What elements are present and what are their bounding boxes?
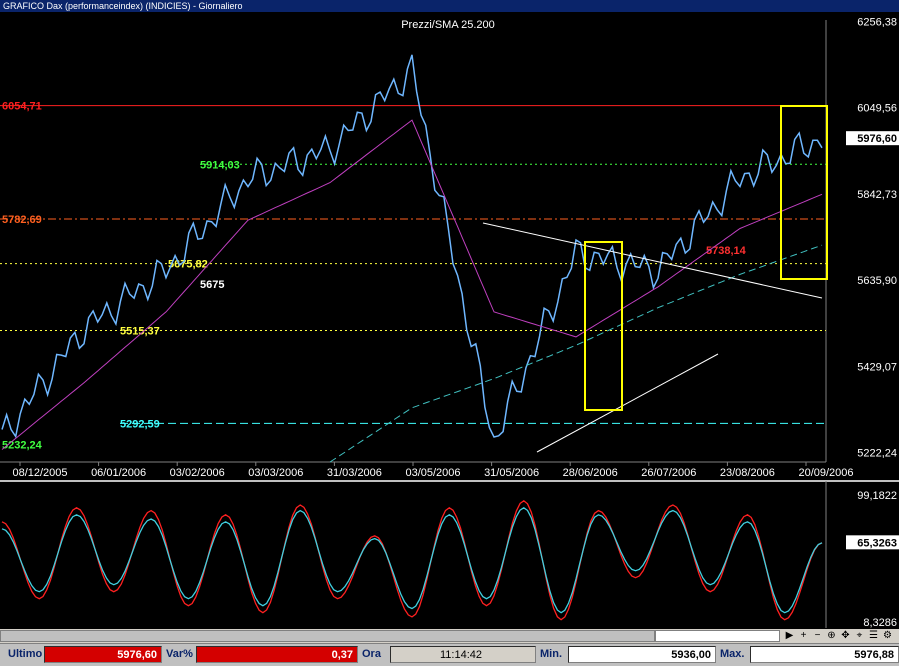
price-x-tick: 28/06/2006 [563, 467, 618, 479]
ultimo-value: 5976,60 [44, 646, 162, 663]
level-label: 5292,59 [120, 418, 160, 430]
price-x-tick: 03/03/2006 [248, 467, 303, 479]
scroll-thumb[interactable] [655, 630, 780, 642]
window-titlebar: GRAFICO Dax (performanceindex) (INDICIES… [0, 0, 899, 12]
level-label: 6054,71 [2, 101, 42, 113]
price-y-tick: 5429,07 [857, 361, 897, 373]
min-label: Min. [540, 648, 562, 660]
price-x-tick: 31/03/2006 [327, 467, 382, 479]
horizontal-scrollbar[interactable]: ▶ + − ⊕ ✥ ⌖ ☰ ⚙ [0, 629, 899, 643]
zoom-in-button[interactable]: + [797, 630, 810, 642]
settings-icon[interactable]: ⚙ [881, 630, 894, 642]
price-x-tick: 26/07/2006 [641, 467, 696, 479]
price-y-tick: 6049,56 [857, 103, 897, 115]
annotation-label: 5675 [200, 279, 224, 291]
price-x-tick: 20/09/2006 [798, 467, 853, 479]
scroll-track[interactable] [0, 630, 655, 642]
level-label: 5914,03 [200, 159, 240, 171]
price-y-tick-last: 5976,60 [857, 133, 897, 145]
max-label: Max. [720, 648, 745, 660]
price-x-tick: 06/01/2006 [91, 467, 146, 479]
osc-y-tick: 99,1822 [857, 490, 897, 502]
window-title: GRAFICO Dax (performanceindex) (INDICIES… [3, 1, 243, 11]
ora-value: 11:14:42 [390, 646, 536, 663]
price-x-tick: 08/12/2005 [12, 467, 67, 479]
ora-label: Ora [362, 648, 381, 660]
zoom-fit-button[interactable]: ⊕ [825, 630, 838, 642]
ultimo-label: Ultimo [8, 648, 43, 660]
osc-y-tick: 8,3286 [863, 617, 897, 629]
chart-area: 6256,38 6049,56 5976,60 5842,73 5635,90 5429,… [0, 12, 899, 629]
var-value: 0,37 [196, 646, 358, 663]
price-x-tick: 23/08/2006 [720, 467, 775, 479]
osc-y-tick-last: 65,3263 [857, 537, 897, 549]
var-label: Var% [166, 648, 193, 660]
price-y-tick: 5635,90 [857, 275, 897, 287]
max-value: 5976,88 [750, 646, 899, 663]
zoom-out-button[interactable]: − [811, 630, 824, 642]
price-x-tick: 03/05/2006 [405, 467, 460, 479]
price-x-tick: 31/05/2006 [484, 467, 539, 479]
price-y-tick: 6256,38 [857, 17, 897, 29]
price-y-tick: 5842,73 [857, 189, 897, 201]
scroll-right-button[interactable]: ▶ [783, 630, 796, 642]
level-label: 5232,24 [2, 440, 43, 452]
level-label: 5675,82 [168, 259, 208, 271]
level-label: 5515,37 [120, 325, 160, 337]
status-bar: Ultimo 5976,60 Var% 0,37 Ora 11:14:42 Mi… [0, 643, 899, 666]
crosshair-icon[interactable]: ⌖ [853, 630, 866, 642]
level-label: 5782,69 [2, 214, 42, 226]
move-icon[interactable]: ✥ [839, 630, 852, 642]
annotation-label: 5738,14 [706, 245, 747, 257]
price-x-tick: 03/02/2006 [170, 467, 225, 479]
list-icon[interactable]: ☰ [867, 630, 880, 642]
min-value: 5936,00 [568, 646, 716, 663]
price-y-tick: 5222,24 [857, 448, 897, 460]
price-panel-title: Prezzi/SMA 25.200 [401, 19, 495, 31]
